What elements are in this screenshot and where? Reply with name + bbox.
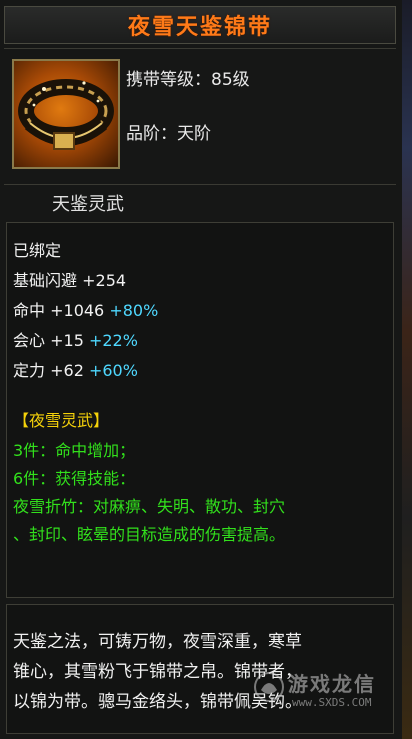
attr-willpower: 定力 +62 +60% (13, 357, 138, 381)
attr-crit: 会心 +15 +22% (13, 327, 138, 351)
item-category-bar: 天鉴灵武 (4, 184, 396, 217)
carry-level: 携带等级：85级 (126, 70, 250, 90)
item-category: 天鉴灵武 (52, 194, 124, 215)
watermark-text: 游戏龙信 (288, 672, 376, 696)
attr-willpower-value: +62 (50, 361, 84, 380)
set-skill-line-1: 夜雪折竹：对麻痹、失明、散功、封穴 (13, 497, 286, 516)
set-name: 【夜雪灵武】 (13, 411, 110, 430)
set-skill-line-2: 、封印、眩晕的目标造成的伤害提高。 (13, 525, 286, 544)
attr-crit-label: 会心 (13, 331, 46, 350)
dragon-logo-icon (254, 672, 284, 702)
attr-willpower-bonus: +60% (88, 361, 138, 380)
attr-hit-bonus: +80% (109, 301, 159, 320)
attr-willpower-label: 定力 (13, 361, 46, 380)
attr-dodge-label: 基础闪避 (13, 271, 78, 290)
attr-hit: 命中 +1046 +80% (13, 297, 158, 321)
attr-hit-value: +1046 (50, 301, 105, 320)
site-watermark: 游戏龙信 www.SXDS.COM (252, 666, 402, 726)
item-name: 夜雪天鉴锦带 (127, 15, 272, 40)
attr-dodge: 基础闪避 +254 (13, 267, 126, 291)
attr-crit-value: +15 (50, 331, 84, 350)
title-bar: 夜雪天鉴锦带 (4, 6, 396, 44)
bound-status: 已绑定 (13, 241, 62, 260)
attr-hit-label: 命中 (13, 301, 46, 320)
belt-icon (12, 59, 120, 169)
set-bonus-6: 6件：获得技能： (13, 469, 136, 488)
attr-dodge-value: +254 (82, 271, 127, 290)
attributes-panel: 已绑定 基础闪避 +254 命中 +1046 +80% 会心 +15 +22% … (6, 222, 394, 598)
item-tooltip: 夜雪天鉴锦带 携带等级：85级 品阶：天阶 天鉴灵武 已绑定 基础闪避 +254 (0, 0, 404, 739)
background-game-scene (402, 0, 412, 739)
attr-crit-bonus: +22% (88, 331, 138, 350)
watermark-url: www.SXDS.COM (292, 696, 372, 709)
set-bonus-3: 3件：命中增加； (13, 441, 136, 460)
item-header: 携带等级：85级 品阶：天阶 (4, 48, 396, 183)
item-grade: 品阶：天阶 (126, 124, 211, 144)
description-line-1: 天鉴之法，可铸万物，夜雪深重，寒草 (13, 632, 302, 652)
